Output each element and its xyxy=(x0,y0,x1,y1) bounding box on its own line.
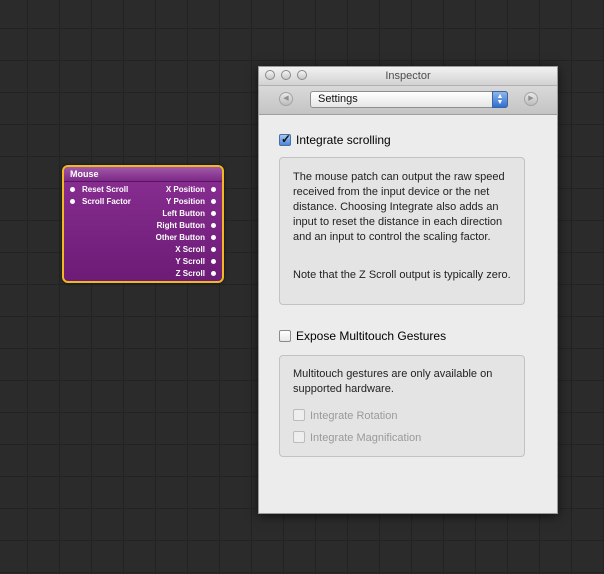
checkmark-icon: ✓ xyxy=(281,132,292,146)
input-port-reset-scroll[interactable]: Reset Scroll xyxy=(70,184,128,196)
chevron-left-icon: ◀ xyxy=(283,95,289,102)
inspector-window: Inspector ◀ Settings ▲ ▼ ▶ ✓ Integrate sc… xyxy=(258,66,558,514)
integrate-scrolling-checkbox[interactable]: ✓ xyxy=(279,132,292,146)
output-port-z-scroll[interactable]: Z Scroll xyxy=(176,268,216,280)
window-title: Inspector xyxy=(385,70,431,82)
next-view-button[interactable]: ▶ xyxy=(524,92,538,106)
chevron-right-icon: ▶ xyxy=(528,95,534,102)
output-port-x-position[interactable]: X Position xyxy=(166,184,216,196)
output-port-right-button[interactable]: Right Button xyxy=(157,220,216,232)
integrate-rotation-label: Integrate Rotation xyxy=(310,410,398,422)
output-port-left-button[interactable]: Left Button xyxy=(162,208,216,220)
scroll-info-box: The mouse patch can output the raw speed… xyxy=(279,157,525,305)
expose-multitouch-checkbox-row[interactable]: Expose Multitouch Gestures xyxy=(279,329,446,343)
input-port-scroll-factor[interactable]: Scroll Factor xyxy=(70,196,131,208)
port-dot-icon[interactable] xyxy=(211,223,216,229)
title-bar[interactable]: Inspector xyxy=(259,67,557,86)
previous-view-button[interactable]: ◀ xyxy=(279,92,293,106)
expose-multitouch-label: Expose Multitouch Gestures xyxy=(296,329,447,343)
expose-multitouch-checkbox[interactable] xyxy=(279,330,291,342)
patch-title: Mouse xyxy=(64,167,222,182)
port-dot-icon[interactable] xyxy=(211,211,216,217)
view-select-value: Settings xyxy=(318,93,358,105)
port-dot-icon[interactable] xyxy=(211,271,216,277)
mouse-patch[interactable]: Mouse Reset Scroll Scroll Factor X Posit… xyxy=(62,165,224,283)
port-dot-icon[interactable] xyxy=(70,187,75,193)
port-dot-icon[interactable] xyxy=(211,247,216,253)
port-dot-icon[interactable] xyxy=(211,235,216,241)
integrate-magnification-checkbox[interactable] xyxy=(293,431,305,443)
scroll-description: The mouse patch can output the raw speed… xyxy=(293,171,505,243)
multitouch-info-box: Multitouch gestures are only available o… xyxy=(279,355,525,457)
output-port-y-scroll[interactable]: Y Scroll xyxy=(175,256,216,268)
updown-arrows-icon[interactable]: ▲ ▼ xyxy=(492,91,508,108)
port-dot-icon[interactable] xyxy=(211,187,216,193)
view-select[interactable]: Settings ▲ ▼ xyxy=(310,91,508,108)
multitouch-description: Multitouch gestures are only available o… xyxy=(293,368,493,395)
inspector-toolbar: ◀ Settings ▲ ▼ ▶ xyxy=(259,86,557,115)
output-port-x-scroll[interactable]: X Scroll xyxy=(175,244,216,256)
integrate-rotation-checkbox-row[interactable]: Integrate Rotation xyxy=(293,409,397,423)
scroll-note: Note that the Z Scroll output is typical… xyxy=(293,269,511,281)
integrate-magnification-checkbox-row[interactable]: Integrate Magnification xyxy=(293,431,421,445)
port-dot-icon[interactable] xyxy=(211,199,216,205)
output-port-y-position[interactable]: Y Position xyxy=(166,196,216,208)
integrate-rotation-checkbox[interactable] xyxy=(293,409,305,421)
port-dot-icon[interactable] xyxy=(70,199,75,205)
output-port-other-button[interactable]: Other Button xyxy=(156,232,216,244)
integrate-scrolling-label: Integrate scrolling xyxy=(296,133,391,147)
port-dot-icon[interactable] xyxy=(211,259,216,265)
integrate-scrolling-checkbox-row[interactable]: ✓ Integrate scrolling xyxy=(279,132,391,147)
integrate-magnification-label: Integrate Magnification xyxy=(310,432,422,444)
